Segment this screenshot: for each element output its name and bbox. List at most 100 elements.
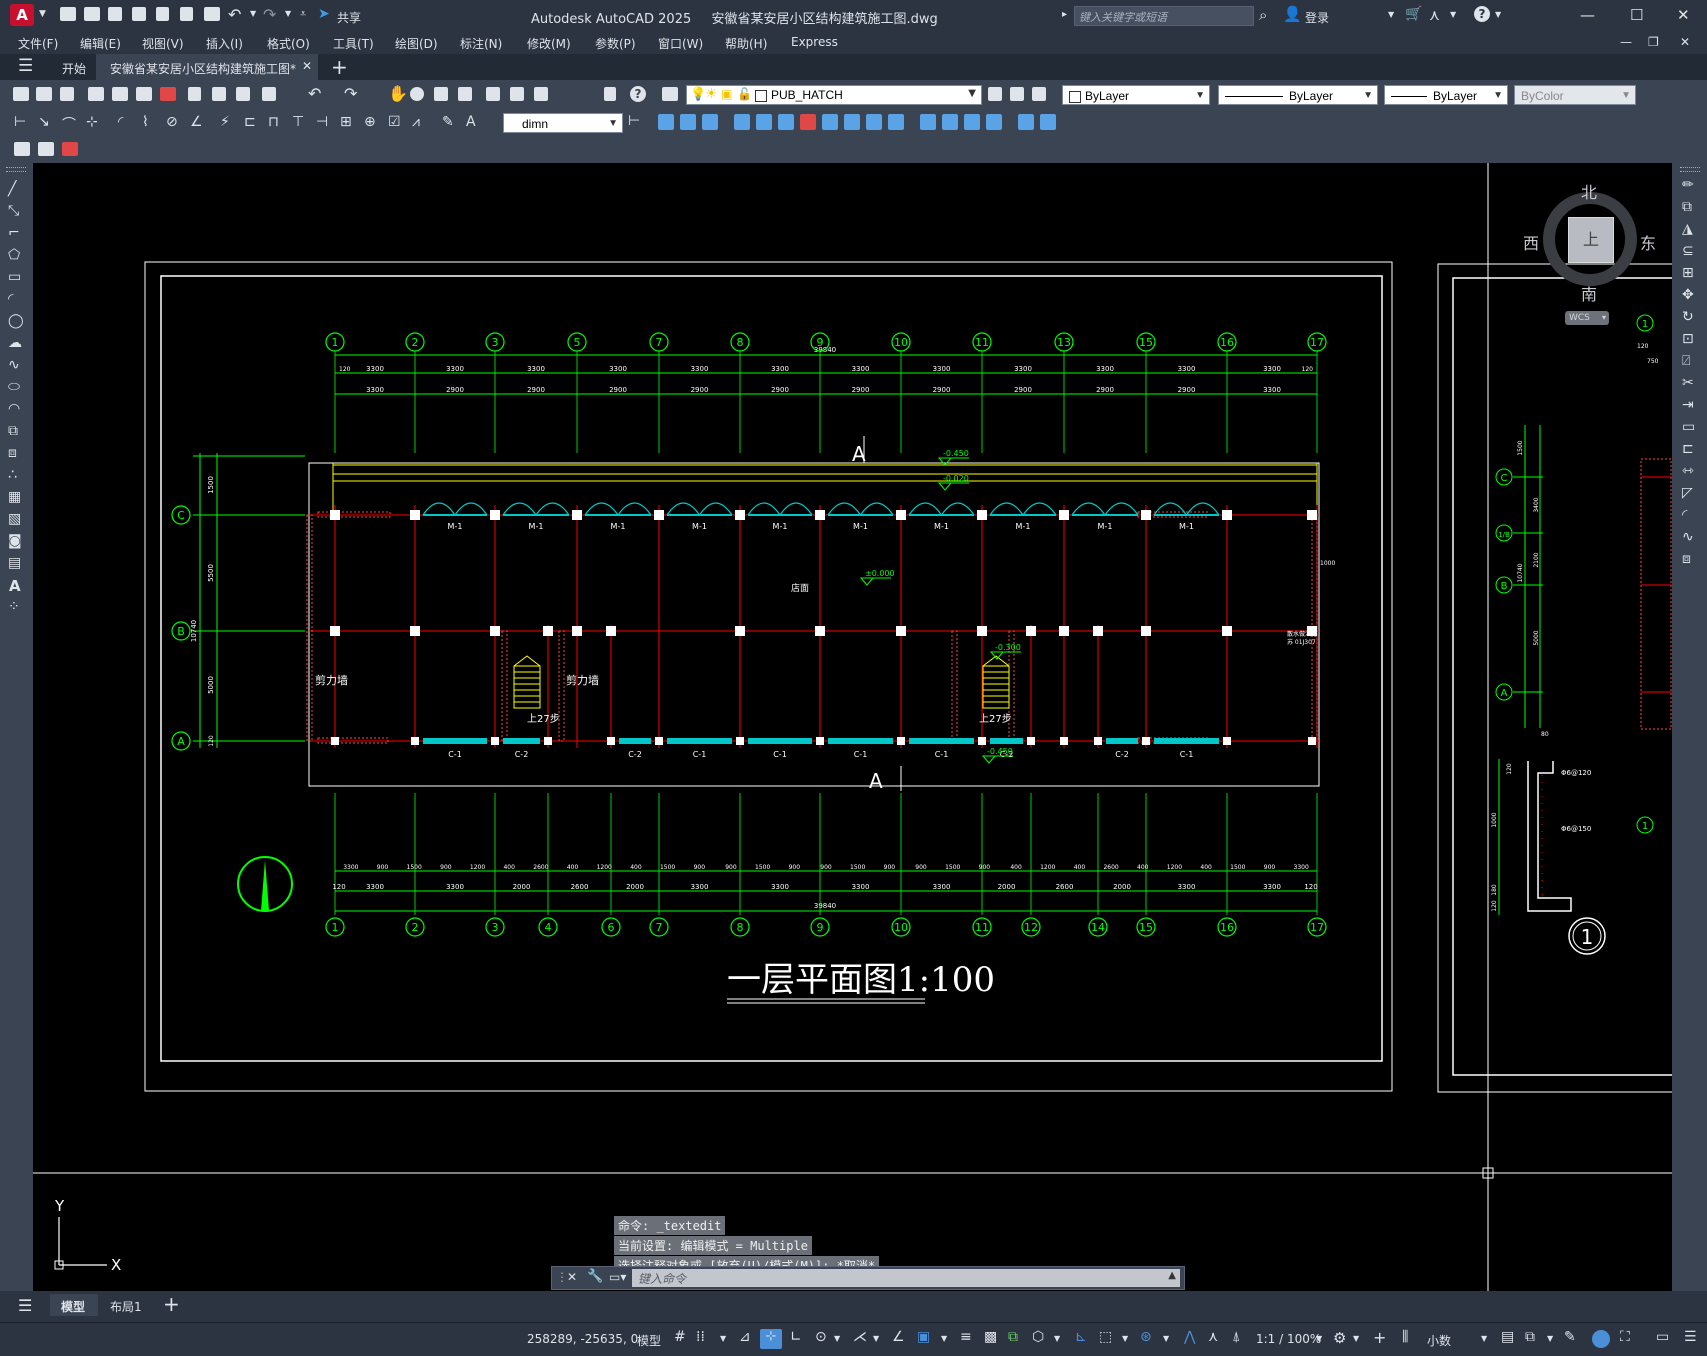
clean-screen-toggle-icon[interactable]: ⛶ [1620,1329,1630,1345]
quick-properties-icon[interactable]: ▤ [1501,1329,1514,1345]
chamfer-icon[interactable] [964,114,980,130]
arc-icon[interactable]: ◜ [8,291,13,307]
workspace-gear-icon[interactable]: ⚙ [1333,1329,1346,1347]
tool-palettes-icon[interactable] [534,87,548,101]
close-icon[interactable]: ✕ [1677,6,1690,24]
coordinates-readout[interactable]: 258289, -25635, 0 [527,1332,638,1346]
ordinate-dim-icon[interactable]: ⊹ [86,114,98,130]
ellipse-icon[interactable]: ⬭ [8,379,20,395]
save-toolbar-icon[interactable] [60,87,74,101]
dynamic-ucs-icon[interactable]: ⊾ [1075,1329,1087,1345]
annotation-scale-icon[interactable]: ⍋ [1232,1329,1240,1345]
baseline-dim-icon[interactable]: ⊏ [244,114,256,130]
redo-icon[interactable]: ↷ [263,5,276,24]
stretch-right-icon[interactable]: ⍁ [1682,353,1690,369]
isodraft-icon[interactable]: ⋌ [853,1329,867,1345]
plot-toolbar-icon[interactable] [88,87,104,101]
lock-ui-icon[interactable]: ⧉ [1525,1329,1535,1345]
block-editor-icon[interactable] [14,142,30,156]
new-tab-icon[interactable]: + [331,55,348,79]
menu-file[interactable]: 文件(F) [18,35,58,52]
clean-screen-icon[interactable]: ▭ [1656,1329,1669,1345]
annotation-visibility-icon[interactable]: ⋀ [1184,1329,1195,1345]
layout-menu-icon[interactable]: ☰ [18,1296,32,1315]
compass-south[interactable]: 南 [1581,281,1597,305]
minimize-icon[interactable]: — [1580,6,1595,24]
menu-modify[interactable]: 修改(M) [527,35,571,52]
inspect-icon[interactable]: ☑ [388,114,401,130]
menu-format[interactable]: 格式(O) [267,35,310,52]
properties-icon[interactable] [486,87,500,101]
menu-help[interactable]: 帮助(H) [725,35,767,52]
dim-edit-icon[interactable]: ✎ [442,114,454,130]
help-icon[interactable]: ? [1474,6,1490,22]
command-close-icon[interactable]: ✕ [567,1270,577,1284]
doc-close-icon[interactable]: ✕ [1680,35,1690,49]
drawing-svg[interactable]: 39840 1 2 3 5 7 8 9 10 11 13 15 16 17 120 3300 3300 330… [33,163,1672,1291]
3d-osnap-dropdown-icon[interactable]: ▼ [1054,1334,1060,1343]
fillet-icon[interactable] [986,114,1002,130]
explode-right-icon[interactable]: ⧈ [1682,551,1691,567]
search-input[interactable]: 键入关键字或短语 [1074,6,1254,26]
save-icon[interactable] [108,7,122,21]
infer-constraints-icon[interactable]: ⊿ [739,1329,751,1345]
help-dropdown-icon[interactable]: ▼ [1495,10,1501,19]
dim-space-icon[interactable]: ⊤ [292,114,304,130]
plot-icon[interactable] [204,7,220,21]
gizmo-dropdown-icon[interactable]: ▼ [1163,1334,1169,1343]
continue-dim-icon[interactable]: ⊓ [268,114,279,130]
menu-edit[interactable]: 编辑(E) [80,35,121,52]
redo-toolbar-icon[interactable]: ↷ [344,84,357,103]
autodesk-a360-icon[interactable]: ⋏ [1429,6,1440,24]
selection-filter-icon[interactable]: ⬚ [1099,1329,1112,1345]
viewcube[interactable]: 上 北 南 西 东 WCS ▾ [1523,168,1663,328]
publish-icon[interactable] [136,87,152,101]
menu-express[interactable]: Express [791,35,838,49]
dynamic-input-icon[interactable]: ⊹ [760,1329,782,1349]
layer-properties-icon[interactable] [662,87,678,101]
gradient-icon[interactable]: ▧ [8,511,21,527]
scale-dropdown-icon[interactable]: ▼ [1316,1334,1322,1343]
plotstyle-dropdown[interactable]: ByColor ▼ [1514,85,1636,105]
radius-dim-icon[interactable]: ◜ [118,114,123,130]
revision-cloud-icon[interactable]: ☁ [8,335,22,351]
share-button[interactable]: 共享 [337,9,361,26]
array-icon[interactable] [756,114,772,130]
command-input[interactable]: 键入命令 ▲ [632,1269,1180,1287]
calculator-icon[interactable] [604,87,616,101]
dimstyle-dropdown[interactable]: dimn ▼ [503,113,623,133]
extend-right-icon[interactable]: ⇥ [1682,397,1694,413]
search-expand-icon[interactable]: ▸ [1062,9,1067,20]
lineweight-dropdown[interactable]: ByLayer ▼ [1384,85,1508,105]
osnap-dropdown-icon[interactable]: ▼ [941,1334,947,1343]
tab-start[interactable]: 开始 [50,54,94,80]
units-value[interactable]: 小数 [1427,1332,1451,1349]
login-button[interactable]: 登录 [1305,9,1329,26]
menu-dimension[interactable]: 标注(N) [460,35,502,52]
maximize-icon[interactable]: ☐ [1630,6,1643,24]
drawing-canvas[interactable]: 39840 1 2 3 5 7 8 9 10 11 13 15 16 17 120 3300 3300 330… [33,163,1672,1291]
jogged-linear-icon[interactable]: ⩘ [412,114,420,130]
match-prop-icon[interactable] [262,87,276,101]
menu-insert[interactable]: 插入(I) [206,35,243,52]
mirror-right-icon[interactable]: ◮ [1682,221,1693,237]
save-web-icon[interactable] [180,7,193,21]
wcs-menu[interactable]: WCS ▾ [1565,311,1609,325]
move-right-icon[interactable]: ✥ [1682,287,1694,303]
qnew-icon[interactable] [13,87,29,101]
trim-icon[interactable] [866,114,882,130]
break-right-icon[interactable]: ⊏ [1682,441,1694,457]
zoom-previous-icon[interactable] [458,87,472,101]
center-mark-icon[interactable]: ⊕ [364,114,376,130]
tab-document[interactable]: 安徽省某安居小区结构建筑施工图* ✕ [96,54,318,80]
dim-text-edit-icon[interactable]: A [466,114,476,130]
layer-previous-icon[interactable] [1010,87,1024,101]
doc-restore-icon[interactable]: ❐ [1648,35,1659,49]
units-icon[interactable]: ⫼ [1402,1329,1408,1345]
app-menu-arrow-icon[interactable]: ▼ [39,9,46,19]
blend-right-icon[interactable]: ∿ [1682,529,1694,545]
aligned-dim-icon[interactable]: ↘ [38,114,50,130]
rotate-right-icon[interactable]: ↻ [1682,309,1694,325]
autocad-logo-icon[interactable]: A [10,4,34,26]
model-space-button[interactable]: 模型 [637,1332,661,1349]
